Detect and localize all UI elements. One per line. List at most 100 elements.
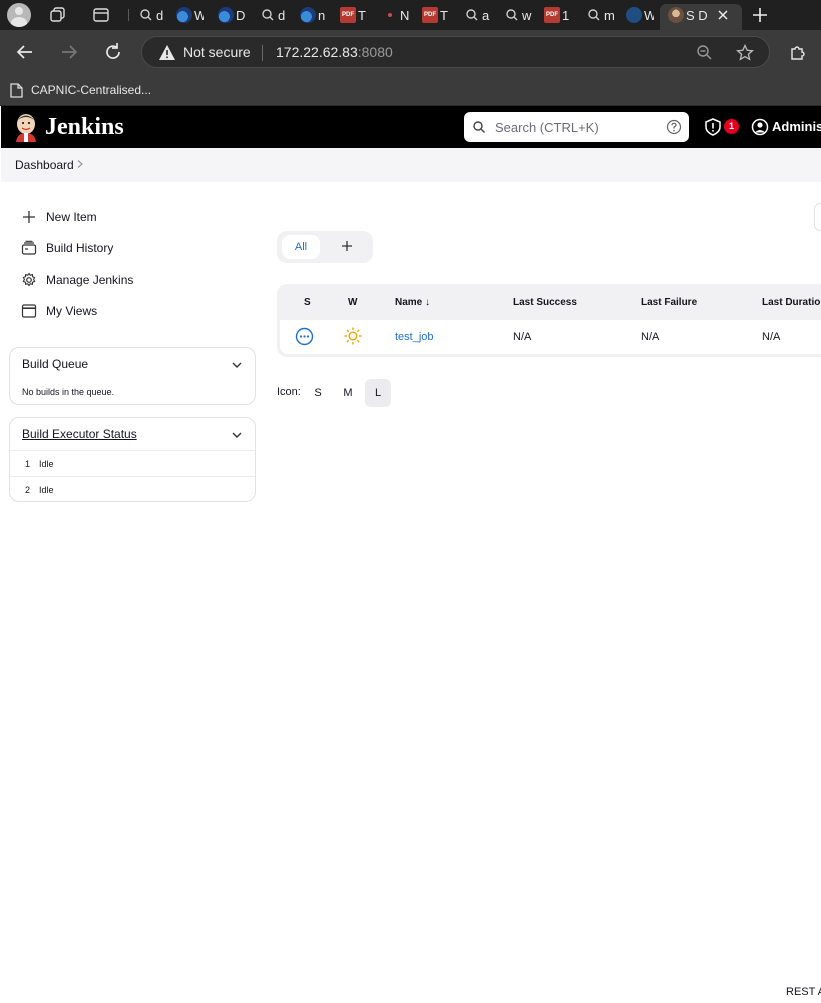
build-history-icon [21,240,37,255]
jenkins-header: Jenkins Search (CTRL+K) 1 Administ [1,106,821,148]
search-icon [588,9,600,21]
page-viewport: Jenkins Search (CTRL+K) 1 Administ Dashb… [1,106,821,1003]
window-icon [21,304,37,318]
shield-alert-icon[interactable] [704,118,722,136]
view-tabs: All [277,231,373,263]
url-host: 172.22.62.83 [276,44,358,60]
chevron-right-icon[interactable] [75,159,85,169]
pdf-icon: PDF [422,7,438,23]
browser-tab[interactable]: N [374,4,414,26]
tab-title: m [604,8,614,23]
task-label: New Item [46,210,97,224]
user-name[interactable]: Administ [772,119,821,134]
help-icon[interactable] [666,119,682,135]
executor-number: 1 [25,459,31,469]
search-icon [262,9,274,21]
edge-icon [300,7,316,23]
breadcrumb: Dashboard [1,148,821,182]
column-last-duration[interactable]: Last Duration [762,297,821,308]
alert-count-badge[interactable]: 1 [724,119,739,134]
task-label: My Views [46,304,98,318]
close-icon[interactable] [717,9,729,21]
search-icon [140,9,152,21]
browser-tab[interactable]: PDF T [332,4,374,26]
column-status[interactable]: S [304,297,311,308]
browser-tab[interactable]: PDF 1 [536,4,578,26]
tab-actions-icon[interactable] [92,6,110,24]
zoom-out-icon[interactable] [696,44,713,61]
workspaces-icon[interactable] [49,6,67,24]
icon-size-s[interactable]: S [305,379,331,407]
browser-tab[interactable]: m [578,4,618,26]
browser-tab[interactable]: d [130,4,170,26]
sort-arrow-icon: ↓ [425,297,431,308]
refresh-icon[interactable] [101,40,125,64]
column-last-failure[interactable]: Last Failure [641,297,697,308]
executor-status-panel: Build Executor Status 1 Idle 2 Idle [9,417,256,502]
url-text: 172.22.62.83:8080 [276,44,393,60]
tab-title: d [156,8,164,23]
browser-tab[interactable]: PDF T [414,4,456,26]
forward-icon[interactable] [57,40,81,64]
column-name[interactable]: Name ↓ [395,297,430,308]
icon-size-label: Icon: [277,386,301,398]
build-queue-title[interactable]: Build Queue [22,357,88,371]
browser-toolbar: Not secure 172.22.62.83:8080 [0,30,821,74]
tab-title: W [194,8,204,23]
search-box[interactable]: Search (CTRL+K) [464,112,689,142]
plus-icon[interactable] [339,238,355,254]
browser-tab[interactable]: W [618,4,660,26]
extensions-icon[interactable] [789,43,807,61]
browser-tab-active[interactable]: S D [660,4,742,30]
job-name-link[interactable]: test_job [395,331,434,343]
column-last-success[interactable]: Last Success [513,297,577,308]
globe-icon [626,7,642,23]
browser-tab[interactable]: w [496,4,536,26]
browser-tab[interactable]: d [252,4,292,26]
search-placeholder: Search (CTRL+K) [495,120,599,135]
rest-api-link[interactable]: REST API [786,986,821,998]
breadcrumb-dashboard[interactable]: Dashboard [15,158,74,172]
column-weather[interactable]: W [348,297,357,308]
star-icon[interactable] [736,44,754,61]
back-icon[interactable] [13,40,37,64]
tab-title: 1 [562,8,570,23]
projects-table: S W Name ↓ Last Success Last Failure Las… [277,284,821,357]
tab-title: T [440,8,448,23]
chevron-down-icon[interactable] [231,359,243,371]
icon-size-l[interactable]: L [365,379,391,407]
omnibox-separator [262,45,263,61]
tab-title: w [522,8,532,23]
last-failure-cell: N/A [641,331,660,343]
new-tab-icon[interactable] [751,6,769,24]
jenkins-logo-icon[interactable] [13,112,39,142]
tab-title: T [358,8,366,23]
address-bar[interactable]: Not secure 172.22.62.83:8080 [141,36,770,68]
build-queue-panel: Build Queue No builds in the queue. [9,347,256,405]
executor-status-title[interactable]: Build Executor Status [22,427,137,441]
profile-avatar[interactable] [7,3,31,27]
bookmarks-bar: CAPNIC-Centralised... [0,74,821,106]
search-icon [506,9,518,21]
plus-icon [23,211,35,223]
user-icon[interactable] [751,118,769,136]
icon-size-m[interactable]: M [335,379,361,407]
pdf-icon: PDF [544,7,560,23]
browser-tab[interactable]: D [210,4,252,26]
browser-tab[interactable]: a [456,4,496,26]
browser-tab[interactable]: n [292,4,332,26]
not-built-icon[interactable] [295,327,314,346]
tab-all[interactable]: All [282,235,320,259]
browser-tab[interactable]: W [168,4,210,26]
url-port: :8080 [357,44,393,60]
tab-title: n [318,8,326,23]
executor-number: 2 [25,485,31,495]
add-description-button[interactable] [814,203,821,231]
tab-separator [128,9,129,21]
jenkins-title[interactable]: Jenkins [45,114,124,141]
chevron-down-icon[interactable] [231,429,243,441]
sunny-icon[interactable] [343,326,363,346]
tab-title: D [236,8,246,23]
executor-status: Idle [39,485,54,495]
executor-row: 2 Idle [10,476,255,502]
